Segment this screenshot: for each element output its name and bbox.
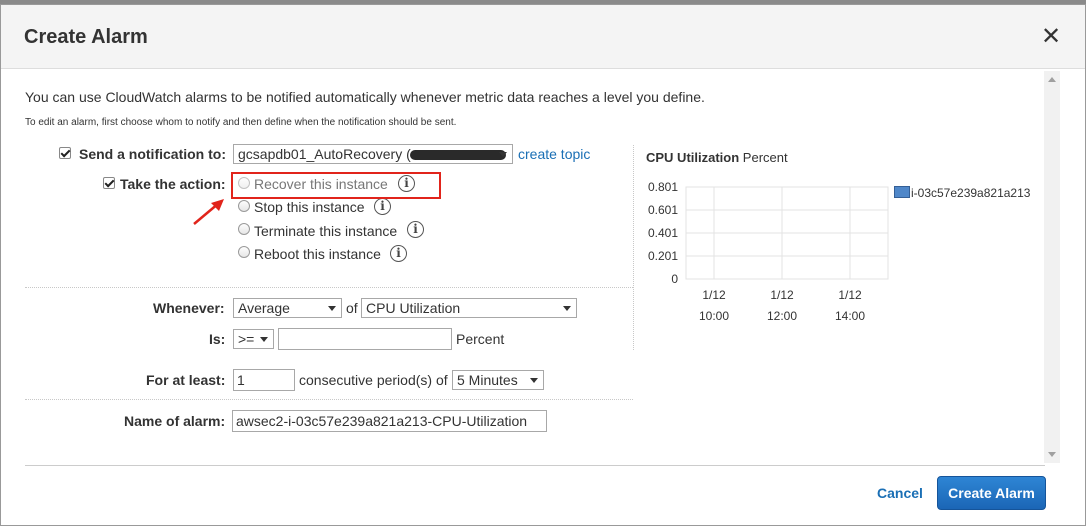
chart-title-metric: CPU Utilization (646, 150, 740, 165)
take-action-label: Take the action: (120, 176, 226, 192)
dialog-scrollbar[interactable] (1044, 71, 1060, 463)
x-tick-label: 1/12 (702, 288, 726, 302)
x-tick-label: 1/12 (838, 288, 862, 302)
alarm-name-input[interactable]: awsec2-i-03c57e239a821a213-CPU-Utilizati… (232, 410, 547, 432)
operator-select[interactable]: >= (233, 329, 274, 349)
x-tick-label: 1/12 (770, 288, 794, 302)
send-notification-checkbox[interactable] (59, 147, 71, 159)
dialog-header: Create Alarm ✕ (1, 5, 1085, 69)
threshold-input[interactable] (278, 328, 452, 350)
y-tick-label: 0.801 (648, 180, 678, 194)
stop-instance-label: Stop this instance (254, 199, 365, 215)
of-label: of (346, 300, 358, 316)
y-tick-label: 0.401 (648, 226, 678, 240)
chevron-down-icon (260, 337, 268, 342)
chart-divider (633, 145, 634, 350)
period-length-value: 5 Minutes (457, 372, 518, 388)
annotation-highlight-box (231, 172, 441, 199)
periods-input[interactable]: 1 (233, 369, 295, 391)
info-icon[interactable]: i (390, 245, 407, 262)
take-action-checkbox[interactable] (103, 177, 115, 189)
reboot-instance-label: Reboot this instance (254, 246, 381, 262)
scrollbar-thumb[interactable] (1047, 87, 1057, 447)
scroll-up-icon[interactable] (1048, 77, 1056, 82)
chevron-down-icon (563, 306, 571, 311)
stop-instance-radio[interactable] (238, 200, 250, 212)
periods-suffix: consecutive period(s) of (299, 372, 448, 388)
section-divider (25, 287, 633, 288)
alarm-name-label: Name of alarm: (124, 413, 226, 429)
section-divider (25, 399, 633, 400)
chevron-down-icon (328, 306, 336, 311)
create-topic-link[interactable]: create topic (518, 146, 590, 162)
intro-text: You can use CloudWatch alarms to be noti… (25, 89, 705, 105)
subnote-text: To edit an alarm, first choose whom to n… (25, 117, 457, 128)
chart-title: CPU Utilization Percent (646, 150, 788, 165)
close-icon[interactable]: ✕ (1041, 25, 1061, 49)
threshold-unit: Percent (456, 331, 505, 347)
dialog-title: Create Alarm (24, 26, 148, 48)
notification-topic-value: gcsapdb01_AutoRecovery ( (238, 146, 411, 162)
send-notification-label: Send a notification to: (79, 146, 226, 162)
terminate-instance-label: Terminate this instance (254, 223, 398, 239)
terminate-instance-radio[interactable] (238, 223, 250, 235)
metric-select[interactable]: CPU Utilization (361, 298, 577, 318)
cpu-utilization-chart: 0.801 0.601 0.401 0.201 0 1/12 10:00 1/12 12:00 1… (648, 180, 889, 323)
y-tick-label: 0.201 (648, 249, 678, 263)
statistic-select[interactable]: Average (233, 298, 342, 318)
whenever-label: Whenever: (153, 300, 225, 316)
chevron-down-icon (530, 378, 538, 383)
create-alarm-dialog: Create Alarm ✕ You can use CloudWatch al… (0, 4, 1086, 526)
y-tick-label: 0 (671, 272, 678, 286)
is-label: Is: (209, 331, 226, 347)
cancel-button[interactable]: Cancel (877, 485, 923, 501)
redacted-email (410, 150, 506, 160)
x-tick-label: 10:00 (699, 309, 729, 323)
chevron-down-icon (499, 152, 507, 157)
y-tick-label: 0.601 (648, 203, 678, 217)
legend-series-name: i-03c57e239a821a213 (911, 186, 1031, 200)
x-tick-label: 14:00 (835, 309, 865, 323)
annotation-arrow-icon (193, 199, 224, 225)
metric-value: CPU Utilization (366, 300, 461, 316)
operator-value: >= (238, 331, 255, 347)
chart-title-unit: Percent (742, 150, 788, 165)
for-at-least-label: For at least: (146, 372, 226, 388)
reboot-instance-radio[interactable] (238, 246, 250, 258)
statistic-value: Average (238, 300, 290, 316)
footer-divider (25, 465, 1045, 466)
scroll-down-icon[interactable] (1048, 452, 1056, 457)
x-tick-label: 12:00 (767, 309, 797, 323)
info-icon[interactable]: i (374, 198, 391, 215)
create-alarm-button[interactable]: Create Alarm (937, 476, 1046, 510)
info-icon[interactable]: i (407, 221, 424, 238)
notification-topic-select[interactable]: gcsapdb01_AutoRecovery ( (233, 144, 513, 164)
legend-swatch (894, 186, 910, 198)
period-length-select[interactable]: 5 Minutes (452, 370, 544, 390)
